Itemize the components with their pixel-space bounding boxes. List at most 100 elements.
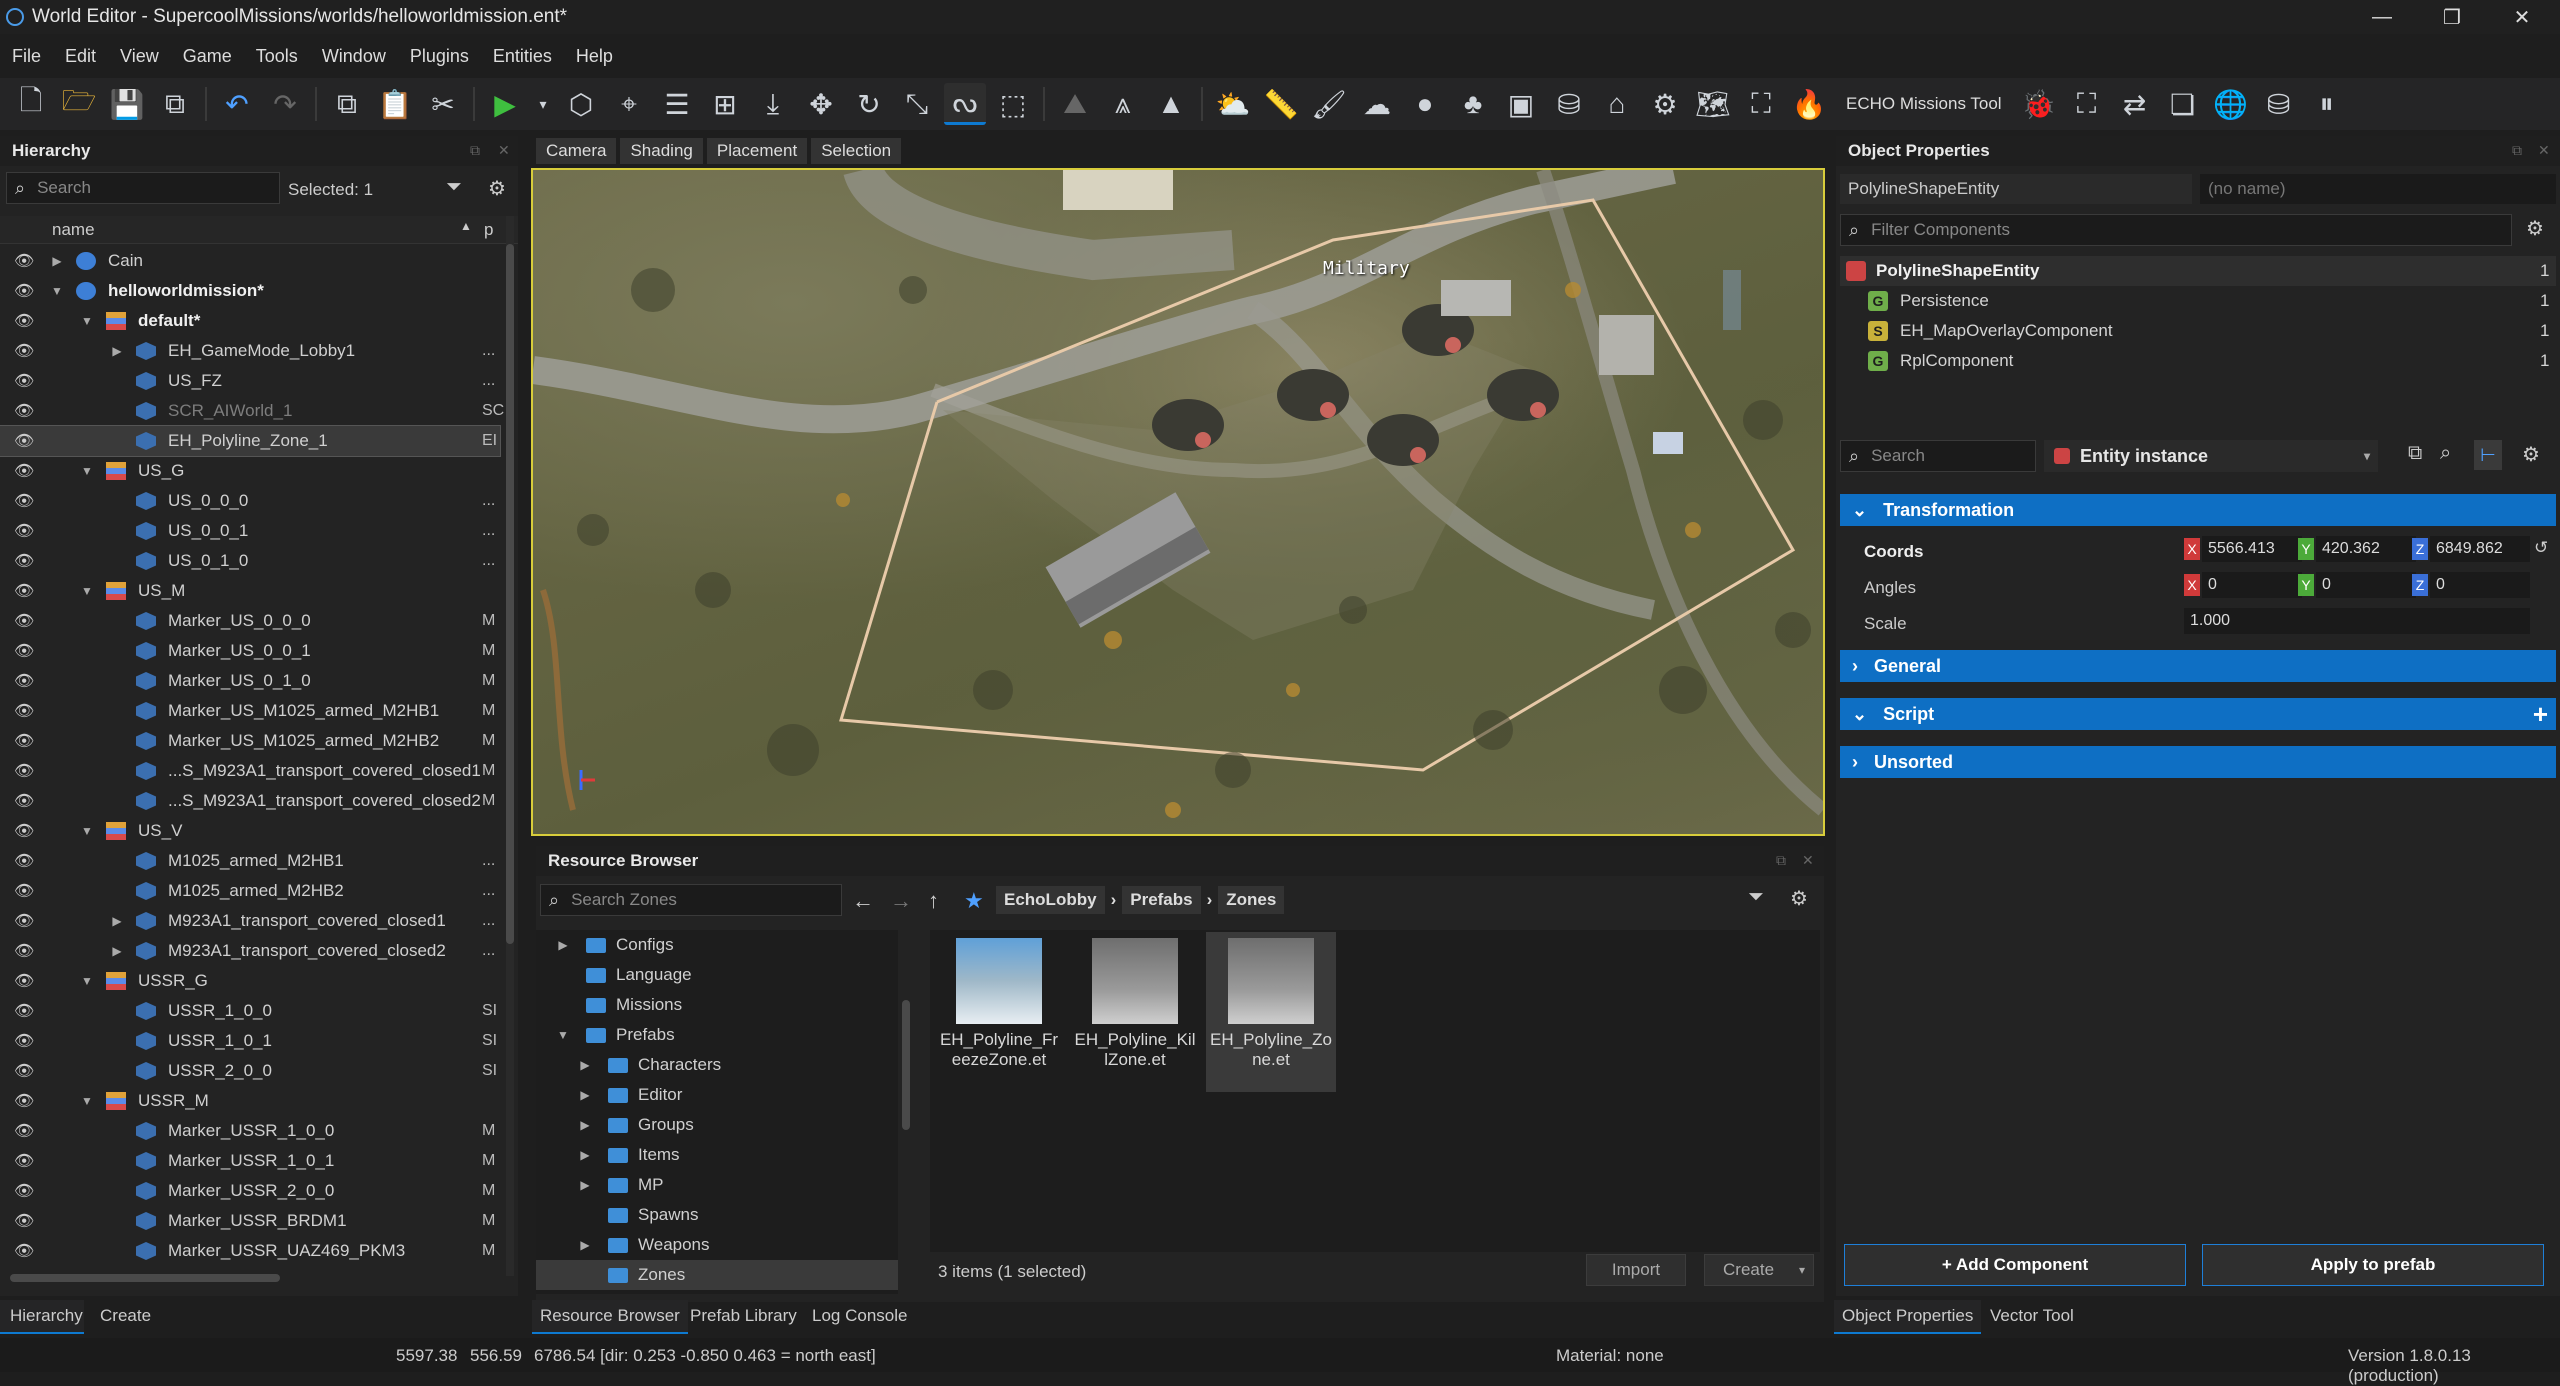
- up-arrow-icon[interactable]: ↑: [928, 888, 939, 914]
- visibility-eye-icon[interactable]: 👁: [14, 1001, 34, 1021]
- chevron-down-icon[interactable]: ▼: [556, 1028, 570, 1042]
- section-unsorted[interactable]: › Unsorted: [1840, 746, 2556, 778]
- hierarchy-row[interactable]: 👁 M1025_armed_M2HB2...: [0, 876, 500, 906]
- visibility-eye-icon[interactable]: 👁: [14, 431, 34, 451]
- breadcrumb-echolobby[interactable]: EchoLobby: [996, 886, 1105, 914]
- entity-instance-dropdown[interactable]: Entity instance ▾: [2044, 440, 2378, 472]
- folder-row[interactable]: ▶ MP: [536, 1170, 898, 1200]
- pause-icon[interactable]: ⏸: [2306, 83, 2348, 125]
- back-arrow-icon[interactable]: ←: [852, 888, 874, 914]
- column-name[interactable]: name: [52, 220, 95, 240]
- road-icon[interactable]: ⩓: [1102, 83, 1144, 125]
- panel-close-icon[interactable]: ✕: [498, 142, 510, 159]
- hierarchy-row[interactable]: 👁 ▼ US_V: [0, 816, 500, 846]
- bug-icon[interactable]: 🐞: [2018, 83, 2060, 125]
- export-icon[interactable]: ⧉: [154, 83, 196, 125]
- visibility-eye-icon[interactable]: 👁: [14, 311, 34, 331]
- visibility-eye-icon[interactable]: 👁: [14, 1121, 34, 1141]
- angles-x-input[interactable]: 0: [2202, 572, 2302, 598]
- hierarchy-row[interactable]: 👁 ▼ US_M: [0, 576, 500, 606]
- paint-icon[interactable]: 🖌: [1308, 83, 1350, 125]
- hierarchy-row[interactable]: 👁 USSR_1_0_1 SI: [0, 1026, 500, 1056]
- import-button[interactable]: Import: [1586, 1254, 1686, 1286]
- hierarchy-row[interactable]: 👁 Marker_US_M1025_armed_M2HB2 M: [0, 726, 500, 756]
- hierarchy-row[interactable]: 👁 ▼ USSR_M: [0, 1086, 500, 1116]
- tab-create[interactable]: Create: [100, 1306, 151, 1326]
- chevron-down-icon[interactable]: ▼: [80, 824, 94, 838]
- visibility-eye-icon[interactable]: 👁: [14, 821, 34, 841]
- hierarchy-row[interactable]: 👁 US_0_0_1...: [0, 516, 500, 546]
- copy-icon[interactable]: ⧉: [326, 83, 368, 125]
- asset-tile[interactable]: EH_Polyline_Fr eezeZone.et: [934, 932, 1064, 1092]
- hierarchy-row[interactable]: 👁 ...S_M923A1_transport_covered_closed2 M: [0, 786, 500, 816]
- visibility-eye-icon[interactable]: 👁: [14, 1181, 34, 1201]
- snap-grid-icon[interactable]: ⊞: [704, 83, 746, 125]
- new-file-icon[interactable]: 🗋: [10, 83, 52, 125]
- menu-file[interactable]: File: [0, 46, 53, 67]
- chevron-right-icon[interactable]: ▶: [50, 254, 64, 268]
- hierarchy-row[interactable]: 👁 ▼ helloworldmission*: [0, 276, 500, 306]
- chevron-down-icon[interactable]: ▼: [80, 974, 94, 988]
- save-icon[interactable]: 💾: [106, 83, 148, 125]
- hierarchy-row[interactable]: 👁 SCR_AIWorld_1 SC: [0, 396, 504, 426]
- open-external-icon[interactable]: ⧉: [2408, 442, 2422, 465]
- tab-log-console[interactable]: Log Console: [812, 1306, 907, 1326]
- angles-z-input[interactable]: 0: [2430, 572, 2530, 598]
- visibility-eye-icon[interactable]: 👁: [14, 641, 34, 661]
- visibility-eye-icon[interactable]: 👁: [14, 701, 34, 721]
- folder-row[interactable]: ▶ Characters: [536, 1050, 898, 1080]
- properties-search-input[interactable]: ⌕ Search: [1840, 440, 2036, 472]
- hierarchy-toggle-icon[interactable]: ⊢: [2474, 440, 2502, 470]
- menu-help[interactable]: Help: [564, 46, 625, 67]
- hierarchy-row[interactable]: 👁 EH_Polyline_Zone_1 EI: [0, 425, 501, 457]
- minimize-button[interactable]: —: [2350, 0, 2414, 34]
- visibility-eye-icon[interactable]: 👁: [14, 851, 34, 871]
- angles-y-input[interactable]: 0: [2316, 572, 2416, 598]
- asset-tile[interactable]: EH_Polyline_Zo ne.et: [1206, 932, 1336, 1092]
- visibility-eye-icon[interactable]: 👁: [14, 461, 34, 481]
- tab-object-properties[interactable]: Object Properties: [1834, 1300, 1982, 1334]
- visibility-eye-icon[interactable]: 👁: [14, 881, 34, 901]
- echo-missions-tool-button[interactable]: ECHO Missions Tool: [1836, 83, 2012, 125]
- visibility-eye-icon[interactable]: 👁: [14, 251, 34, 271]
- hierarchy-row[interactable]: 👁 Marker_US_0_1_0 M: [0, 666, 500, 696]
- component-row[interactable]: PolylineShapeEntity 1: [1840, 256, 2556, 286]
- visibility-eye-icon[interactable]: 👁: [14, 1241, 34, 1261]
- chevron-right-icon[interactable]: ▶: [110, 944, 124, 958]
- settings-cogs-icon[interactable]: ⚙: [1644, 83, 1686, 125]
- hierarchy-row[interactable]: 👁 Marker_US_M1025_armed_M2HB1 M: [0, 696, 500, 726]
- visibility-eye-icon[interactable]: 👁: [14, 1061, 34, 1081]
- folder-row[interactable]: ▶ Items: [536, 1140, 898, 1170]
- chevron-down-icon[interactable]: ▼: [80, 314, 94, 328]
- hierarchy-search-input[interactable]: ⌕ Search: [6, 172, 280, 204]
- visibility-eye-icon[interactable]: 👁: [14, 791, 34, 811]
- hierarchy-row[interactable]: 👁 ▶ M923A1_transport_covered_closed1...: [0, 906, 500, 936]
- folder-row[interactable]: Zones: [536, 1260, 898, 1290]
- visibility-eye-icon[interactable]: 👁: [14, 1211, 34, 1231]
- menu-game[interactable]: Game: [171, 46, 244, 67]
- visibility-eye-icon[interactable]: 👁: [14, 371, 34, 391]
- rotate-icon[interactable]: ↻: [848, 83, 890, 125]
- hierarchy-row[interactable]: 👁 ▶ EH_GameMode_Lobby1...: [0, 336, 500, 366]
- hierarchy-row[interactable]: 👁 Marker_USSR_2_0_0 M: [0, 1176, 500, 1206]
- hierarchy-row[interactable]: 👁 Marker_USSR_1_0_1 M: [0, 1146, 500, 1176]
- visibility-eye-icon[interactable]: 👁: [14, 1031, 34, 1051]
- visibility-eye-icon[interactable]: 👁: [14, 611, 34, 631]
- chevron-right-icon[interactable]: ▶: [556, 938, 570, 952]
- hierarchy-row[interactable]: 👁 ...S_M923A1_transport_covered_closed1 M: [0, 756, 500, 786]
- section-transformation[interactable]: ⌄ Transformation: [1840, 494, 2556, 526]
- section-general[interactable]: › General: [1840, 650, 2556, 682]
- hierarchy-icon[interactable]: ⛁: [2258, 83, 2300, 125]
- cloud-icon[interactable]: ☁: [1356, 83, 1398, 125]
- scale-icon[interactable]: ⤡: [896, 83, 938, 125]
- terrain-icon[interactable]: ⛰: [1054, 83, 1096, 125]
- visibility-eye-icon[interactable]: 👁: [14, 941, 34, 961]
- hierarchy-row[interactable]: 👁 US_0_0_0...: [0, 486, 500, 516]
- undock-icon[interactable]: ⧉: [1776, 852, 1786, 869]
- visibility-eye-icon[interactable]: 👁: [14, 761, 34, 781]
- coords-z-input[interactable]: 6849.862: [2430, 536, 2530, 562]
- place-on-ground-icon[interactable]: ⤓: [752, 83, 794, 125]
- filter-icon[interactable]: ⏷: [1748, 886, 1764, 909]
- undock-icon[interactable]: ⧉: [470, 142, 480, 159]
- folder-row[interactable]: Language: [536, 960, 898, 990]
